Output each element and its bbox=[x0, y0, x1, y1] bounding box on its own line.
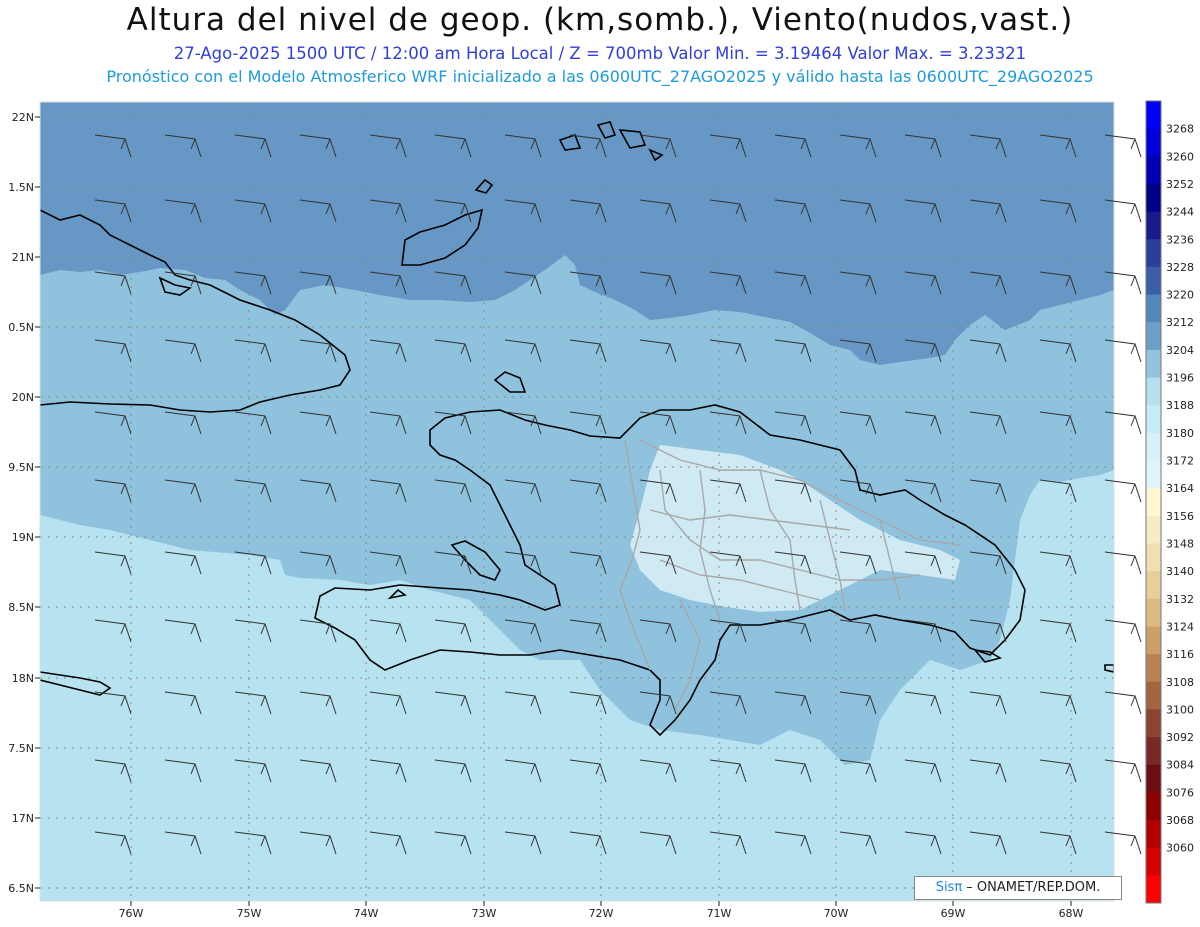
lat-label: 7.5N bbox=[8, 742, 34, 755]
lat-label: 20N bbox=[12, 391, 34, 404]
colorbar-label: 3084 bbox=[1166, 759, 1194, 772]
lon-label: 71W bbox=[707, 907, 732, 920]
colorbar-swatch bbox=[1146, 101, 1161, 130]
credit-sis: Sisπ bbox=[935, 880, 963, 895]
colorbar-label: 3236 bbox=[1166, 233, 1194, 246]
colorbar-label: 3220 bbox=[1166, 289, 1194, 302]
lon-label: 68W bbox=[1059, 907, 1084, 920]
colorbar-label: 3108 bbox=[1166, 676, 1194, 689]
colorbar-label: 3268 bbox=[1166, 123, 1194, 136]
colorbar-swatch bbox=[1146, 294, 1161, 323]
colorbar-swatch bbox=[1146, 681, 1161, 710]
colorbar-swatch bbox=[1146, 460, 1161, 489]
credit-box: Sisπ – ONAMET/REP.DOM. bbox=[914, 876, 1122, 900]
colorbar-swatch bbox=[1146, 626, 1161, 655]
colorbar-swatch bbox=[1146, 709, 1161, 738]
forecast-map: 22N 1.5N 21N 0.5N 20N 9.5N 19N 8.5N 18N 7.5N 17N 6.… bbox=[8, 100, 1194, 920]
colorbar-label: 3244 bbox=[1166, 206, 1194, 219]
colorbar-swatch bbox=[1146, 239, 1161, 268]
colorbar-label: 3116 bbox=[1166, 648, 1194, 661]
colorbar-label: 3060 bbox=[1166, 842, 1194, 855]
colorbar-label: 3068 bbox=[1166, 814, 1194, 827]
lat-label: 17N bbox=[12, 812, 34, 825]
lon-label: 74W bbox=[354, 907, 379, 920]
colorbar-swatch bbox=[1146, 654, 1161, 683]
colorbar-swatch bbox=[1146, 820, 1161, 849]
colorbar-label: 3148 bbox=[1166, 537, 1194, 550]
lon-label: 69W bbox=[941, 907, 966, 920]
colorbar-swatch bbox=[1146, 515, 1161, 544]
colorbar-label: 3092 bbox=[1166, 731, 1194, 744]
colorbar-swatch bbox=[1146, 737, 1161, 766]
colorbar-label: 3260 bbox=[1166, 150, 1194, 163]
colorbar-swatch bbox=[1146, 598, 1161, 627]
colorbar-label: 3140 bbox=[1166, 565, 1194, 578]
colorbar-swatch bbox=[1146, 377, 1161, 406]
colorbar-label: 3172 bbox=[1166, 455, 1194, 468]
lat-label: 6.5N bbox=[8, 882, 34, 895]
colorbar-swatch bbox=[1146, 432, 1161, 462]
colorbar-swatch bbox=[1146, 183, 1161, 213]
lat-label: 21N bbox=[12, 251, 34, 264]
lat-label: 18N bbox=[12, 672, 34, 685]
longitude-labels: 76W 75W 74W 73W 72W 71W 70W 69W 68W bbox=[119, 901, 1084, 920]
colorbar-swatch bbox=[1146, 266, 1161, 296]
colorbar-label: 3100 bbox=[1166, 703, 1194, 716]
lat-label: 1.5N bbox=[8, 181, 34, 194]
colorbar-swatch bbox=[1146, 405, 1161, 434]
lon-label: 73W bbox=[472, 907, 497, 920]
colorbar-swatch bbox=[1146, 792, 1161, 821]
colorbar-label: 3212 bbox=[1166, 316, 1194, 329]
colorbar-label: 3164 bbox=[1166, 482, 1194, 495]
colorbar-swatch bbox=[1146, 349, 1161, 379]
colorbar-label: 3124 bbox=[1166, 620, 1194, 633]
colorbar-swatch bbox=[1146, 875, 1161, 904]
colorbar-label: 3132 bbox=[1166, 593, 1194, 606]
lat-label: 9.5N bbox=[8, 461, 34, 474]
colorbar-swatch bbox=[1146, 764, 1161, 793]
lat-label: 22N bbox=[12, 111, 34, 124]
credit-text: – ONAMET/REP.DOM. bbox=[962, 880, 1101, 895]
lon-label: 76W bbox=[119, 907, 144, 920]
colorbar-label: 3188 bbox=[1166, 399, 1194, 412]
colorbar-swatch bbox=[1146, 211, 1161, 240]
lat-label: 8.5N bbox=[8, 601, 34, 614]
lon-label: 72W bbox=[589, 907, 614, 920]
colorbar-swatch bbox=[1146, 488, 1161, 517]
colorbar-label: 3204 bbox=[1166, 344, 1194, 357]
colorbar-swatch bbox=[1146, 543, 1161, 572]
colorbar-label: 3228 bbox=[1166, 261, 1194, 274]
latitude-labels: 22N 1.5N 21N 0.5N 20N 9.5N 19N 8.5N 18N 7.5N 17N 6.… bbox=[8, 111, 40, 895]
lat-label: 0.5N bbox=[8, 321, 34, 334]
colorbar-swatch bbox=[1146, 128, 1161, 157]
colorbar-swatch bbox=[1146, 571, 1161, 600]
colorbar: 3268 3260 3252 3244 3236 3228 3220 3212 3204 3196… bbox=[1145, 100, 1194, 904]
colorbar-label: 3196 bbox=[1166, 372, 1194, 385]
colorbar-label: 3180 bbox=[1166, 427, 1194, 440]
colorbar-swatch bbox=[1146, 847, 1161, 876]
colorbar-label: 3076 bbox=[1166, 786, 1194, 799]
colorbar-swatch bbox=[1146, 156, 1161, 185]
lon-label: 75W bbox=[237, 907, 262, 920]
colorbar-label: 3252 bbox=[1166, 178, 1194, 191]
colorbar-label: 3156 bbox=[1166, 510, 1194, 523]
colorbar-swatch bbox=[1146, 322, 1161, 351]
lon-label: 70W bbox=[824, 907, 849, 920]
lat-label: 19N bbox=[12, 531, 34, 544]
